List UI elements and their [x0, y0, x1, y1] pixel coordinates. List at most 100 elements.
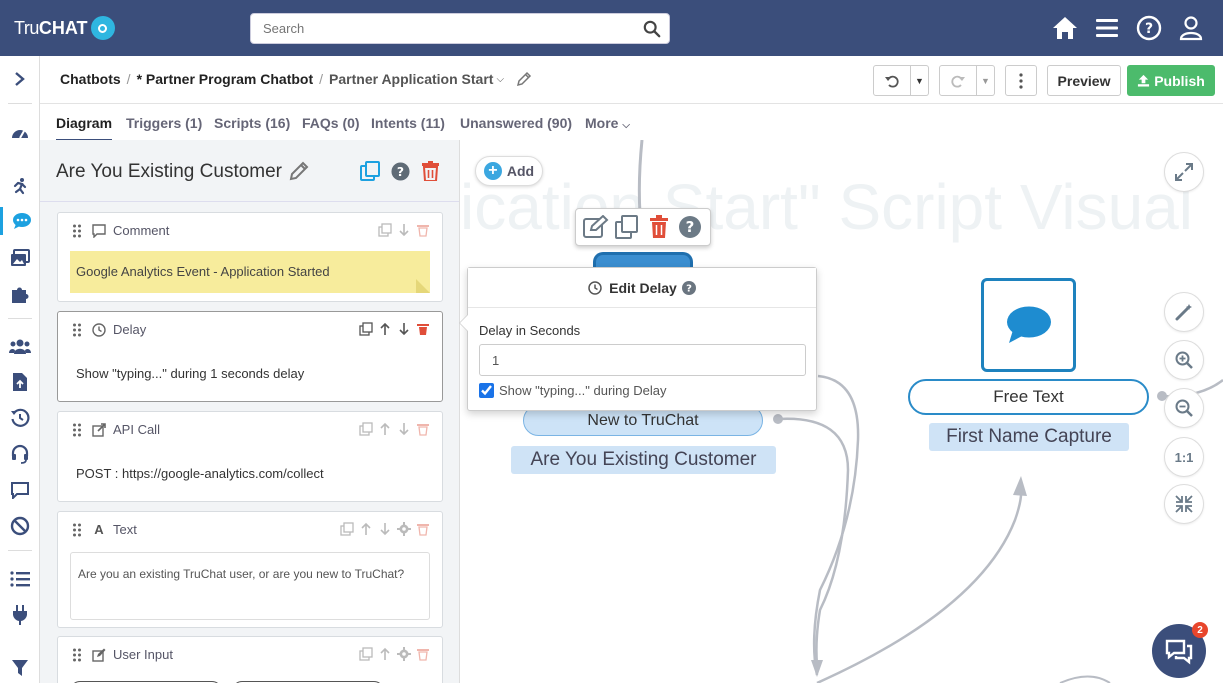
breadcrumb-chatbots[interactable]: Chatbots — [60, 71, 121, 87]
expand-sidebar-icon[interactable] — [0, 65, 40, 93]
tab-faqs[interactable]: FAQs (0) — [302, 115, 360, 131]
headset-support-icon[interactable] — [0, 440, 40, 468]
comment-note[interactable]: Google Analytics Event - Application Sta… — [70, 251, 430, 293]
diagram-canvas[interactable]: ication Start" Script Visual + Add ? New… — [460, 140, 1223, 683]
redo-button[interactable] — [939, 65, 977, 96]
tab-unanswered[interactable]: Unanswered (90) — [460, 115, 572, 131]
copy-icon[interactable] — [378, 223, 392, 237]
home-icon[interactable] — [1051, 14, 1079, 42]
tab-intents[interactable]: Intents (11) — [371, 115, 445, 131]
gear-icon[interactable] — [397, 522, 411, 536]
zoom-in-icon[interactable] — [1164, 340, 1204, 380]
edit-square-icon — [92, 648, 106, 662]
drag-handle-icon[interactable] — [72, 323, 82, 337]
api-call-card[interactable]: API Call POST : https://google-analytics… — [57, 411, 443, 502]
delay-seconds-input[interactable] — [479, 344, 806, 376]
redo-history-dropdown[interactable]: ▼ — [977, 65, 995, 96]
edit-title-pencil-icon[interactable] — [289, 161, 309, 181]
comment-card[interactable]: Comment Google Analytics Event - Applica… — [57, 212, 443, 302]
copy-icon[interactable] — [359, 647, 373, 661]
move-up-icon[interactable] — [359, 522, 373, 536]
truchat-logo[interactable]: Tru CHAT — [14, 14, 115, 42]
more-options-button[interactable] — [1005, 65, 1037, 96]
message-text-field[interactable]: Are you an existing TruChat user, or are… — [70, 552, 430, 620]
show-typing-checkbox[interactable] — [479, 383, 494, 398]
media-gallery-icon[interactable] — [0, 244, 40, 272]
move-up-icon[interactable] — [378, 322, 392, 336]
move-down-icon[interactable] — [397, 322, 411, 336]
magic-wand-icon[interactable] — [1164, 292, 1204, 332]
move-down-icon[interactable] — [378, 522, 392, 536]
help-icon[interactable]: ? — [1135, 14, 1163, 42]
tab-diagram[interactable]: Diagram — [56, 115, 113, 141]
menu-icon[interactable] — [1093, 14, 1121, 42]
trash-icon[interactable] — [416, 422, 430, 436]
card-type-label: API Call — [113, 422, 160, 437]
search-input[interactable] — [251, 14, 631, 43]
move-down-icon[interactable] — [397, 422, 411, 436]
trash-icon[interactable] — [416, 223, 430, 237]
trash-icon[interactable] — [646, 214, 672, 240]
text-card[interactable]: A Text Are you an existing TruChat user,… — [57, 511, 443, 628]
drag-handle-icon[interactable] — [72, 523, 82, 537]
move-up-icon[interactable] — [378, 422, 392, 436]
move-down-icon[interactable] — [397, 223, 411, 237]
undo-button[interactable] — [873, 65, 911, 96]
support-chat-button[interactable]: 2 — [1152, 622, 1208, 678]
chevron-down-icon[interactable]: ⌵ — [496, 74, 504, 85]
drag-handle-icon[interactable] — [72, 423, 82, 437]
history-icon[interactable] — [0, 404, 40, 432]
add-node-button[interactable]: + Add — [475, 156, 543, 186]
node-label-existing-customer[interactable]: Are You Existing Customer — [511, 446, 776, 474]
free-text-node[interactable] — [981, 278, 1076, 372]
filter-icon[interactable] — [0, 654, 40, 682]
undo-history-dropdown[interactable]: ▼ — [911, 65, 929, 96]
preview-button[interactable]: Preview — [1047, 65, 1121, 96]
move-up-icon[interactable] — [378, 647, 392, 661]
user-input-card[interactable]: User Input — [57, 636, 443, 683]
zoom-out-icon[interactable] — [1164, 388, 1204, 428]
zoom-reset-button[interactable]: 1:1 — [1164, 437, 1204, 477]
breadcrumb-chatbot[interactable]: * Partner Program Chatbot — [137, 71, 314, 87]
list-icon[interactable] — [0, 565, 40, 593]
messages-icon[interactable] — [0, 476, 40, 504]
breadcrumb-script-select[interactable]: Partner Application Start — [329, 71, 493, 87]
free-text-option[interactable]: Free Text — [908, 379, 1149, 415]
fit-to-screen-icon[interactable] — [1164, 484, 1204, 524]
trash-icon[interactable] — [416, 647, 430, 661]
blocked-icon[interactable] — [0, 512, 40, 540]
copy-icon[interactable] — [340, 522, 354, 536]
show-typing-row[interactable]: Show "typing..." during Delay — [479, 383, 666, 398]
edit-icon[interactable] — [582, 214, 609, 240]
file-import-icon[interactable] — [0, 368, 40, 396]
help-circle-icon[interactable]: ? — [681, 280, 696, 295]
user-profile-icon[interactable] — [1177, 14, 1205, 42]
gear-icon[interactable] — [397, 647, 411, 661]
delete-node-icon[interactable] — [420, 161, 440, 181]
tab-more[interactable]: More ⌵ — [585, 115, 630, 131]
fullscreen-expand-icon[interactable] — [1164, 152, 1204, 192]
edit-pencil-icon[interactable] — [516, 71, 532, 87]
node-label-first-name[interactable]: First Name Capture — [929, 423, 1129, 451]
help-circle-icon[interactable]: ? — [390, 161, 410, 181]
chatbots-icon[interactable] — [0, 207, 40, 235]
copy-icon[interactable] — [359, 422, 373, 436]
trash-icon[interactable] — [416, 322, 430, 336]
tab-scripts[interactable]: Scripts (16) — [214, 115, 290, 131]
help-circle-icon[interactable]: ? — [677, 214, 703, 240]
drag-handle-icon[interactable] — [72, 224, 82, 238]
duplicate-icon[interactable] — [614, 214, 640, 240]
dashboard-icon[interactable] — [0, 118, 40, 146]
copy-icon[interactable] — [359, 322, 373, 336]
search-icon[interactable] — [643, 20, 661, 38]
duplicate-node-icon[interactable] — [360, 161, 380, 181]
plug-icon[interactable] — [0, 601, 40, 629]
drag-handle-icon[interactable] — [72, 648, 82, 662]
publish-button[interactable]: Publish — [1127, 65, 1215, 96]
integrations-puzzle-icon[interactable] — [0, 280, 40, 308]
running-person-icon[interactable] — [0, 172, 40, 200]
delay-card[interactable]: Delay Show "typing..." during 1 seconds … — [57, 311, 443, 402]
users-icon[interactable] — [0, 332, 40, 360]
trash-icon[interactable] — [416, 522, 430, 536]
tab-triggers[interactable]: Triggers (1) — [126, 115, 202, 131]
